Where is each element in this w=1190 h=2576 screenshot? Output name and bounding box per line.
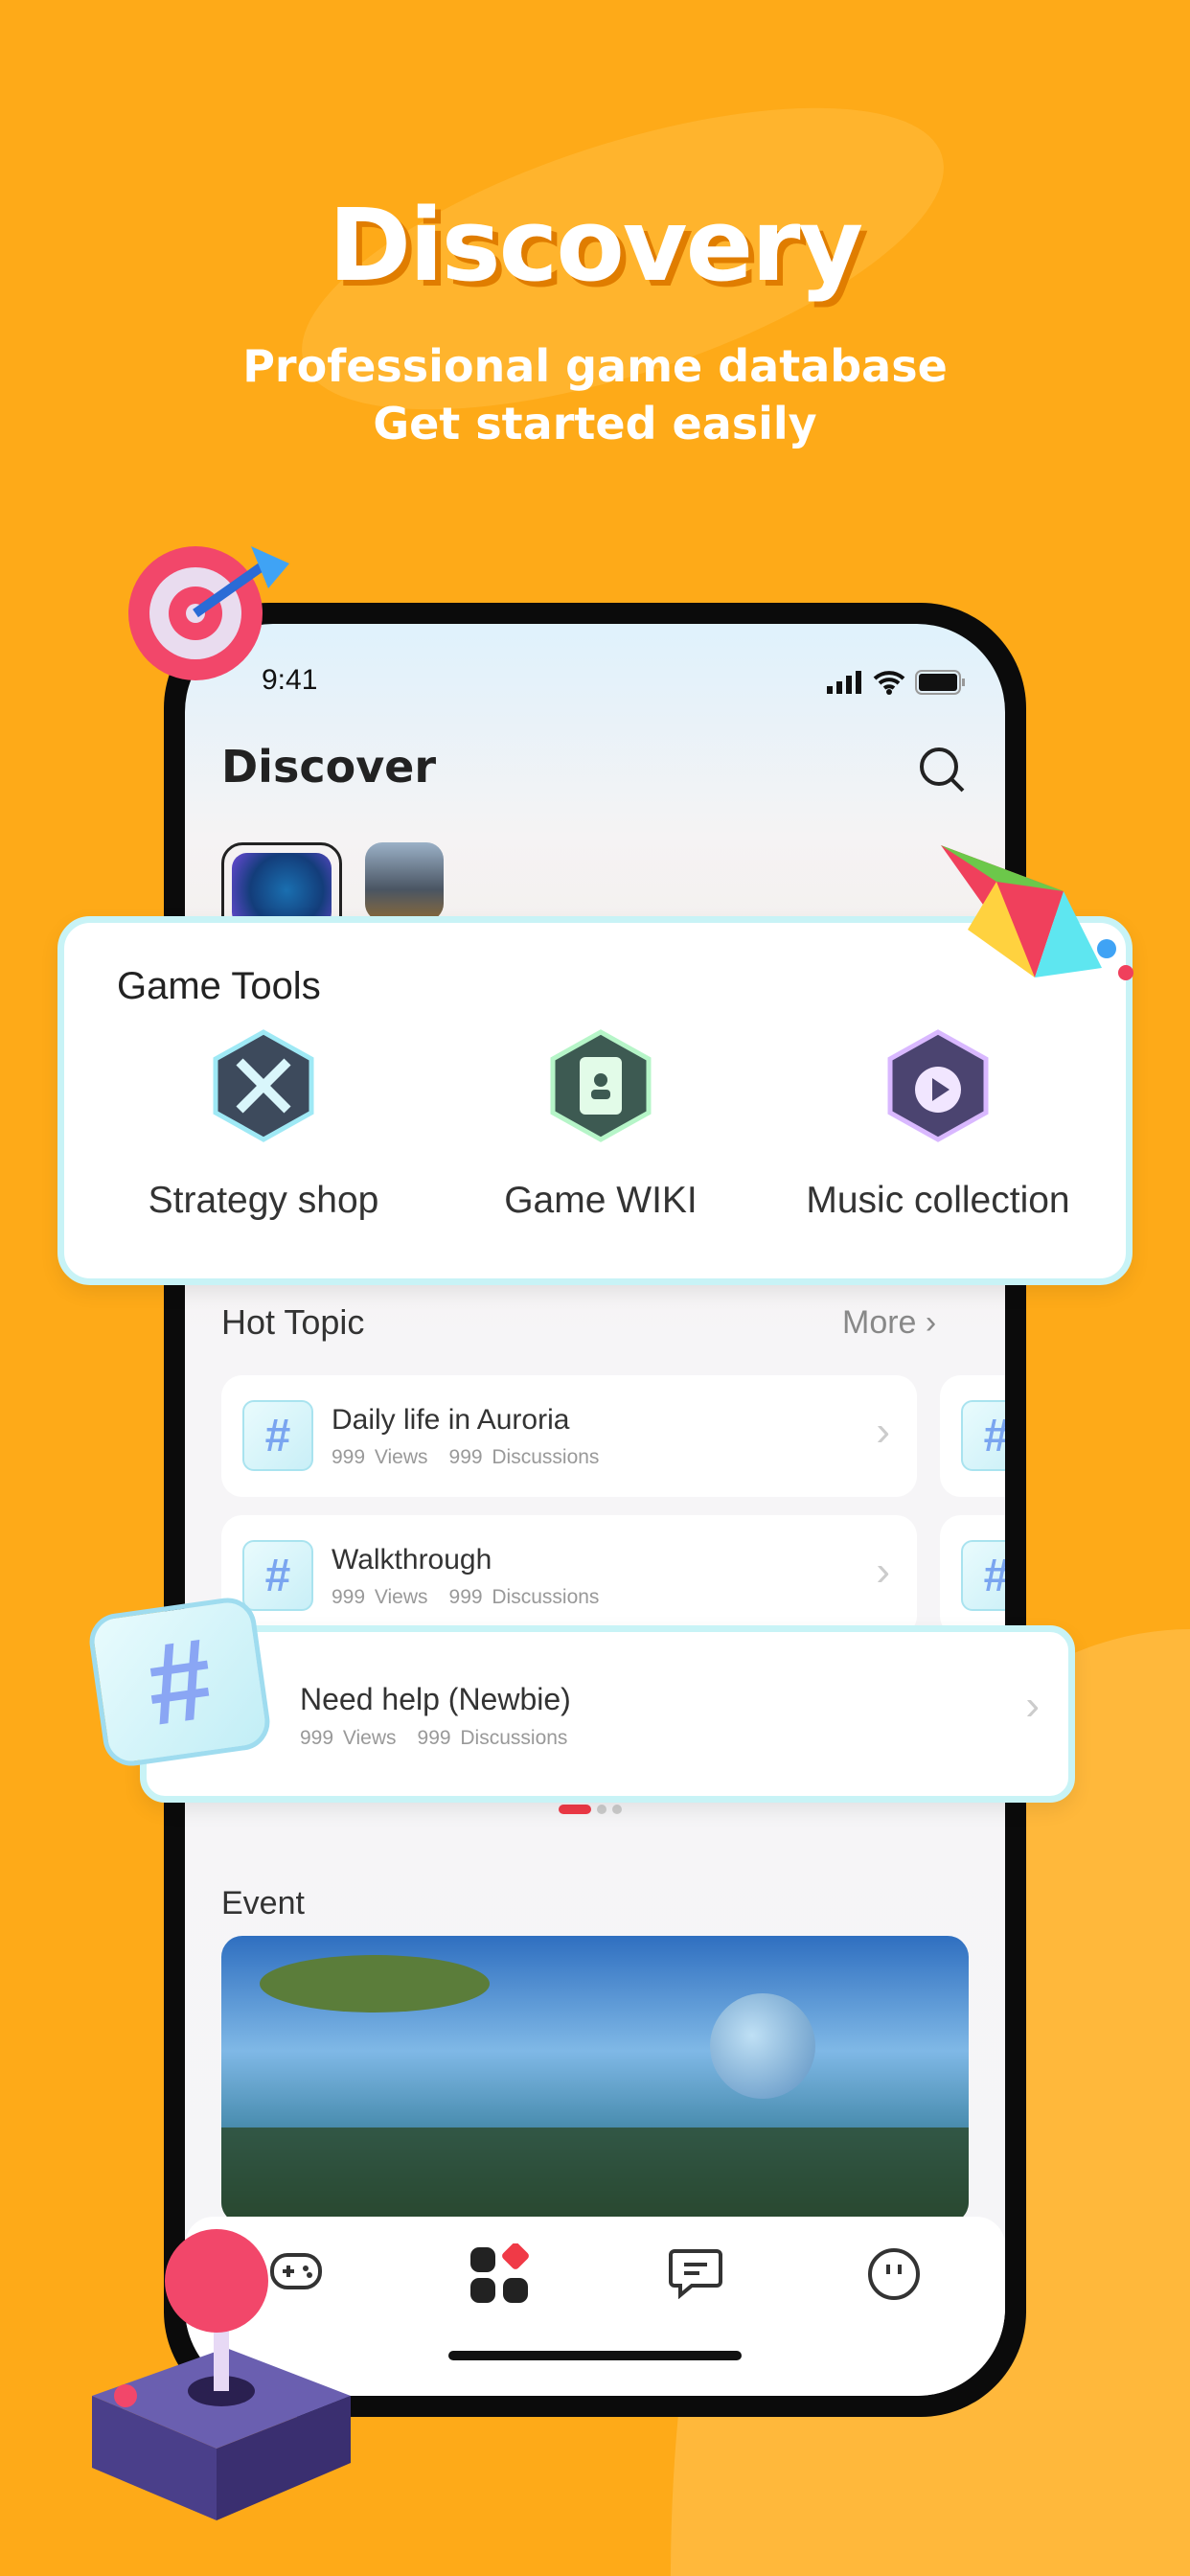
profile-icon[interactable] [867,2247,921,2301]
home-indicator [448,2351,742,2360]
topic-discussions: 999 Discussions [448,1586,600,1608]
book-icon [550,1029,652,1142]
topic-title: Walkthrough [332,1544,492,1576]
music-note-icon [887,1029,989,1142]
page-title: Discover [221,741,437,793]
event-banner-image[interactable] [221,1936,969,2223]
search-icon[interactable] [917,745,967,794]
tool-label: Music collection [806,1180,1070,1221]
chevron-right-icon: › [925,1304,937,1341]
topic-row-partial[interactable]: # [940,1375,1005,1497]
joystick-icon [92,2229,351,2520]
topic-title: Daily life in Auroria [332,1404,570,1436]
event-title: Event [221,1885,305,1921]
hashtag-icon: # [961,1400,1005,1471]
topic-discussions: 999 Discussions [417,1727,568,1749]
hashtag-icon: # [961,1540,1005,1611]
kite-icon [941,845,1133,980]
page-dot [597,1805,606,1814]
topic-row[interactable]: # Walkthrough 999 Views 999 Discussions › [221,1515,917,1637]
topic-row-highlighted[interactable]: Need help (Newbie) 999 Views 999 Discussio… [140,1625,1075,1803]
topic-discussions: 999 Discussions [448,1446,600,1468]
signal-icon [827,671,861,694]
more-link[interactable]: More › [842,1304,936,1342]
topic-views: 999 Views [332,1586,428,1608]
topic-views: 999 Views [332,1446,428,1468]
crossed-swords-icon [213,1029,314,1142]
chevron-right-icon: › [876,1548,890,1595]
message-icon[interactable] [669,2247,722,2299]
zombie-shooter-game-icon[interactable] [365,842,444,921]
pagination-dots [559,1805,622,1814]
hashtag-icon-large: # [85,1594,274,1770]
chevron-right-icon: › [876,1408,890,1455]
tool-label: Strategy shop [148,1180,379,1221]
tool-label: Game WIKI [504,1180,698,1221]
topic-row[interactable]: # Daily life in Auroria 999 Views 999 Disc… [221,1375,917,1497]
phone-screen: 9:41 Discover Hot Topic More › # Daily l… [185,624,1005,2396]
topic-row-partial[interactable]: # [940,1515,1005,1637]
page-dot [612,1805,622,1814]
topic-views: 999 Views [300,1727,397,1749]
tool-music-collection[interactable]: Music collection [766,1028,1110,1222]
ground-graphic [221,2128,969,2223]
wifi-icon [873,671,905,695]
chevron-right-icon: › [1025,1682,1040,1729]
tool-game-wiki[interactable]: Game WIKI [428,1028,773,1222]
discover-grid-icon[interactable] [469,2243,530,2305]
target-dart-icon [128,546,289,680]
topic-title: Need help (Newbie) [300,1682,571,1716]
battery-icon [915,670,965,695]
hot-topic-title: Hot Topic [221,1302,365,1342]
planet-graphic [710,1993,815,2099]
more-label: More [842,1304,917,1341]
game-tools-title: Game Tools [117,965,321,1007]
phone-frame: 9:41 Discover Hot Topic More › # Daily l… [164,603,1026,2417]
hero-subtitle-2: Get started easily [373,398,817,449]
tool-strategy-shop[interactable]: Strategy shop [91,1028,436,1222]
page-dot-active [559,1805,591,1814]
hero-title: Discovery [328,187,863,304]
hashtag-icon: # [242,1400,313,1471]
hashtag-icon: # [242,1540,313,1611]
tree-canopy-graphic [260,1955,490,2012]
status-icons [827,670,967,695]
hero-subtitle-1: Professional game database [242,340,948,392]
